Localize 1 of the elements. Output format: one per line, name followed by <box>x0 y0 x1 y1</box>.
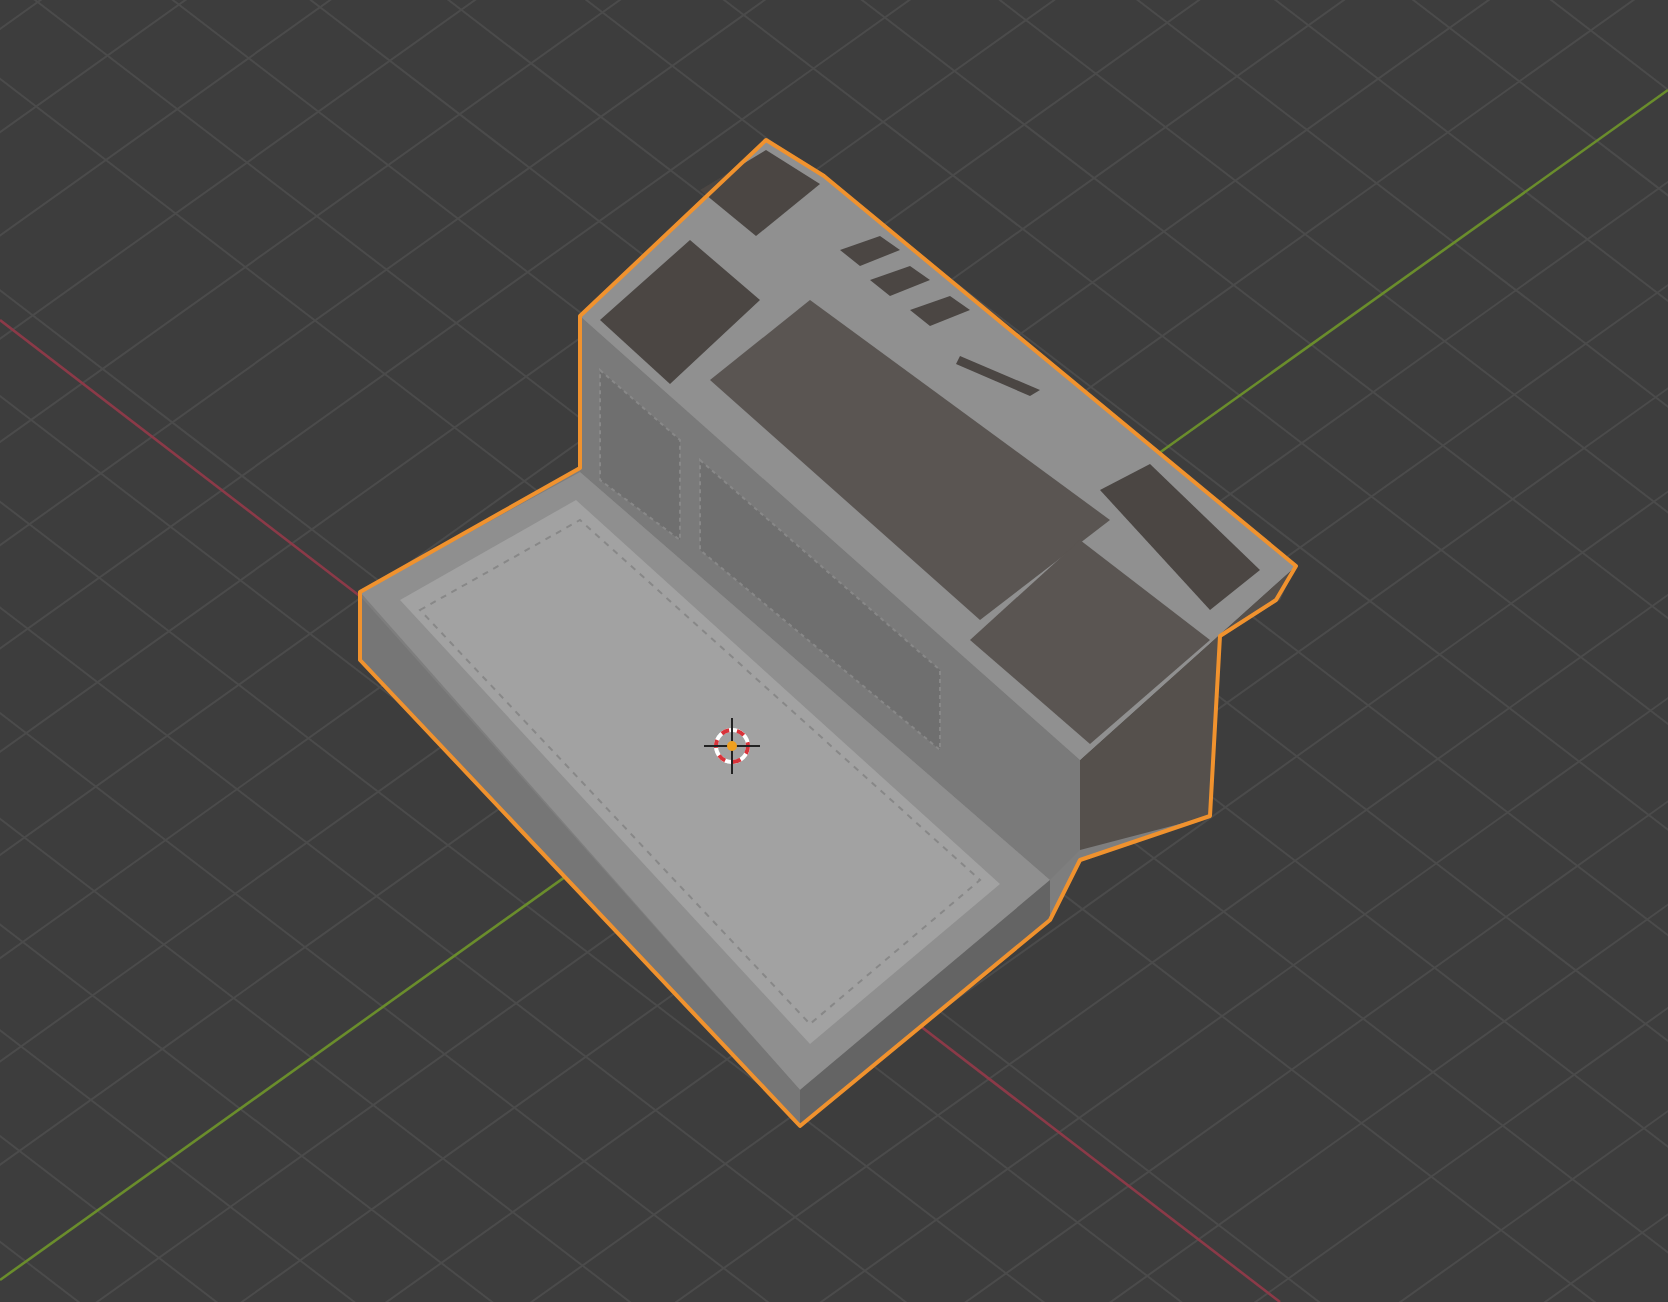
3d-cursor-icon[interactable] <box>703 717 761 775</box>
